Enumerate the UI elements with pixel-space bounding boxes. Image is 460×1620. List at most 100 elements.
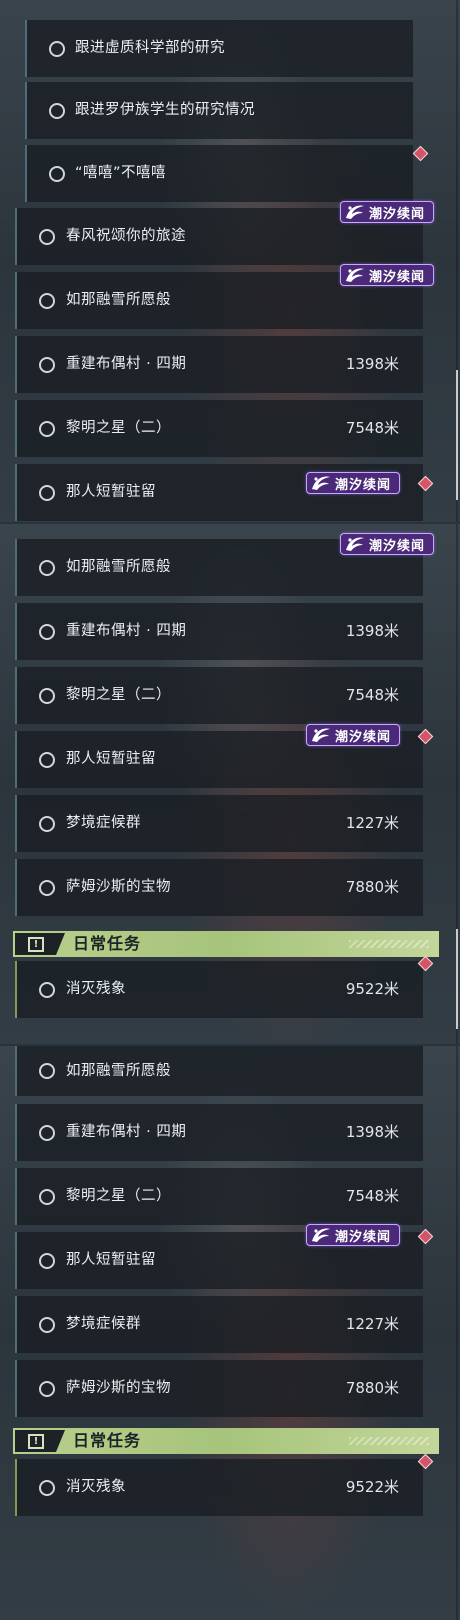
daily-tasks-title: 日常任务	[73, 934, 142, 953]
quest-accent-bar	[15, 795, 17, 852]
quest-label: 如那融雪所愿般	[66, 292, 171, 308]
tidal-news-badge-label: 潮汐续闻	[335, 1229, 392, 1245]
quest-label: 消灭残象	[66, 1479, 126, 1495]
tidal-news-badge-label: 潮汐续闻	[369, 538, 426, 554]
circle-outline-icon	[49, 165, 65, 182]
quest-accent-bar	[15, 400, 17, 457]
tidal-swirl-icon	[312, 476, 330, 490]
tidal-swirl-icon	[312, 728, 330, 742]
quest-accent-bar	[15, 464, 17, 521]
circle-outline-icon	[39, 1188, 55, 1205]
circle-outline-icon	[39, 228, 55, 245]
scrollbar-thumb[interactable]	[456, 929, 458, 1029]
quest-row[interactable]: 黎明之星（二） 7548米	[15, 667, 423, 724]
quest-row[interactable]: “嘻嘻”不嘻嘻	[25, 145, 413, 202]
quest-accent-bar	[15, 667, 17, 724]
tidal-swirl-icon	[346, 537, 364, 551]
tidal-news-badge: 潮汐续闻	[340, 264, 434, 286]
tidal-news-badge: 潮汐续闻	[306, 1224, 400, 1246]
daily-quest-row[interactable]: 消灭残象 9522米	[15, 1459, 423, 1516]
quest-accent-bar	[15, 208, 17, 265]
circle-outline-icon	[39, 559, 55, 576]
daily-quest-row[interactable]: 消灭残象 9522米	[15, 961, 423, 1018]
quest-distance: 9522米	[345, 1478, 399, 1496]
quest-accent-bar	[15, 1104, 17, 1161]
circle-outline-icon	[39, 1380, 55, 1397]
circle-outline-icon	[39, 356, 55, 373]
exclamation-box-icon: !	[15, 1430, 65, 1452]
quest-label: 如那融雪所愿般	[66, 559, 171, 575]
tidal-news-badge: 潮汐续闻	[340, 201, 434, 223]
quest-accent-bar	[15, 272, 17, 329]
quest-row[interactable]: 重建布偶村 · 四期 1398米	[15, 1104, 423, 1161]
circle-outline-icon	[39, 292, 55, 309]
quest-row[interactable]: 如那融雪所愿般	[15, 1046, 423, 1096]
quest-row[interactable]: 黎明之星（二） 7548米	[15, 400, 423, 457]
quest-distance: 7880米	[345, 1379, 399, 1397]
quest-distance: 1227米	[345, 1315, 399, 1333]
circle-outline-icon	[39, 1124, 55, 1141]
quest-accent-bar	[15, 1168, 17, 1225]
tidal-news-badge-label: 潮汐续闻	[369, 269, 426, 285]
circle-outline-icon	[39, 879, 55, 896]
header-decoration	[349, 1437, 429, 1445]
quest-accent-bar	[25, 82, 27, 139]
circle-outline-icon	[39, 815, 55, 832]
quest-distance: 1398米	[345, 1123, 399, 1141]
tidal-news-badge-label: 潮汐续闻	[335, 729, 392, 745]
quest-distance: 7880米	[345, 878, 399, 896]
quest-label: 那人短暂驻留	[66, 751, 156, 767]
quest-row[interactable]: 黎明之星（二） 7548米	[15, 1168, 423, 1225]
quest-label: 黎明之星（二）	[66, 687, 171, 703]
quest-accent-bar	[15, 1360, 17, 1417]
quest-distance: 9522米	[345, 980, 399, 998]
circle-outline-icon	[39, 420, 55, 437]
scrollbar-track[interactable]	[456, 1046, 458, 1620]
circle-outline-icon	[39, 1316, 55, 1333]
quest-label: 梦境症候群	[66, 815, 141, 831]
tidal-news-badge-label: 潮汐续闻	[369, 206, 426, 222]
circle-outline-icon	[49, 40, 65, 57]
quest-distance: 7548米	[345, 419, 399, 437]
quest-distance: 7548米	[345, 1187, 399, 1205]
circle-outline-icon	[39, 623, 55, 640]
tidal-news-badge: 潮汐续闻	[306, 472, 400, 494]
circle-outline-icon	[39, 1063, 55, 1079]
quest-row[interactable]: 跟进罗伊族学生的研究情况	[25, 82, 413, 139]
daily-tasks-header[interactable]: ! 日常任务	[13, 931, 439, 957]
quest-list-panel-3: 如那融雪所愿般 重建布偶村 · 四期 1398米 黎明之星（二） 7548米 那…	[0, 1046, 460, 1620]
tidal-news-badge-label: 潮汐续闻	[335, 477, 392, 493]
quest-accent-bar	[15, 603, 17, 660]
tidal-swirl-icon	[312, 1228, 330, 1242]
quest-accent-bar	[15, 336, 17, 393]
quest-row[interactable]: 重建布偶村 · 四期 1398米	[15, 603, 423, 660]
circle-outline-icon	[39, 1479, 55, 1496]
tidal-news-badge: 潮汐续闻	[306, 724, 400, 746]
quest-row[interactable]: 萨姆沙斯的宝物 7880米	[15, 859, 423, 916]
header-decoration	[349, 940, 429, 948]
quest-row[interactable]: 重建布偶村 · 四期 1398米	[15, 336, 423, 393]
quest-row[interactable]: 梦境症候群 1227米	[15, 1296, 423, 1353]
quest-row[interactable]: 跟进虚质科学部的研究	[25, 20, 413, 77]
quest-distance: 1227米	[345, 814, 399, 832]
quest-accent-bar	[25, 20, 27, 77]
quest-label: 重建布偶村 · 四期	[66, 623, 187, 639]
circle-outline-icon	[39, 484, 55, 501]
circle-outline-icon	[49, 102, 65, 119]
quest-list-panel-2: 如那融雪所愿般 重建布偶村 · 四期 1398米 黎明之星（二） 7548米 那…	[0, 524, 460, 1044]
quest-distance: 1398米	[345, 355, 399, 373]
quest-label: “嘻嘻”不嘻嘻	[75, 165, 167, 181]
quest-accent-bar	[15, 1232, 17, 1289]
quest-accent-bar	[25, 145, 27, 202]
circle-outline-icon	[39, 1252, 55, 1269]
quest-row[interactable]: 萨姆沙斯的宝物 7880米	[15, 1360, 423, 1417]
quest-row[interactable]: 梦境症候群 1227米	[15, 795, 423, 852]
daily-tasks-title: 日常任务	[73, 1431, 142, 1450]
quest-label: 消灭残象	[66, 981, 126, 997]
daily-tasks-header[interactable]: ! 日常任务	[13, 1428, 439, 1454]
circle-outline-icon	[39, 751, 55, 768]
quest-accent-bar	[15, 1296, 17, 1353]
red-diamond-icon	[412, 145, 429, 162]
quest-accent-bar	[15, 961, 17, 1018]
scrollbar-thumb[interactable]	[456, 370, 458, 500]
